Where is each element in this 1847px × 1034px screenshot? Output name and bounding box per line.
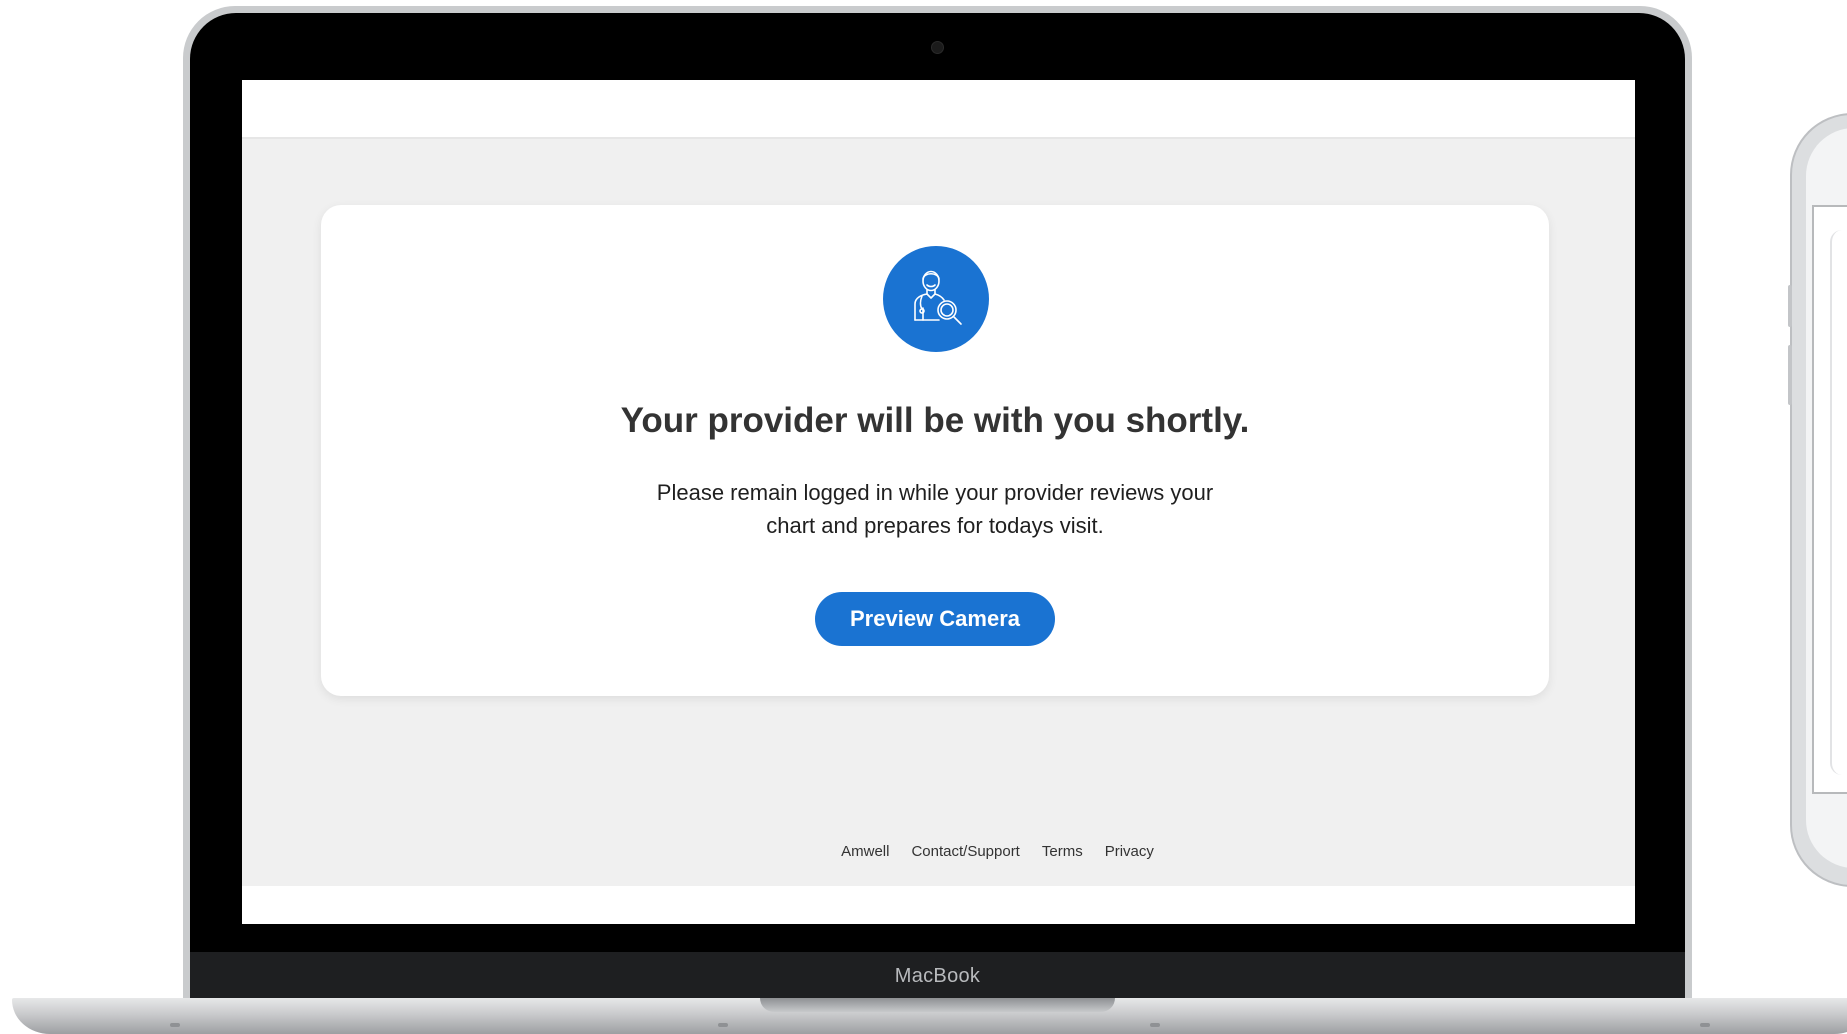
waiting-room-card: Your provider will be with you shortly. … xyxy=(321,205,1549,696)
preview-camera-button[interactable]: Preview Camera xyxy=(815,592,1055,646)
laptop-foot xyxy=(1700,1023,1710,1027)
app-header xyxy=(242,80,1635,139)
laptop-foot xyxy=(1150,1023,1160,1027)
phone-screen-content xyxy=(1830,230,1847,775)
phone-volume-button xyxy=(1788,345,1792,405)
phone-side-button xyxy=(1788,285,1792,327)
browser-screen: Your provider will be with you shortly. … xyxy=(242,80,1635,924)
device-brand-label: MacBook xyxy=(894,965,981,987)
footer-link-contact-support[interactable]: Contact/Support xyxy=(911,843,1019,860)
waiting-message-line-2: chart and prepares for todays visit. xyxy=(766,513,1104,538)
footer-link-amwell[interactable]: Amwell xyxy=(841,843,889,860)
laptop-foot xyxy=(170,1023,180,1027)
waiting-message: Please remain logged in while your provi… xyxy=(635,476,1235,542)
doctor-with-magnifier-icon xyxy=(883,246,989,352)
footer-link-privacy[interactable]: Privacy xyxy=(1105,843,1154,860)
mockup-stage: Your provider will be with you shortly. … xyxy=(0,0,1847,1034)
page-title: Your provider will be with you shortly. xyxy=(620,401,1250,440)
waiting-message-line-1: Please remain logged in while your provi… xyxy=(656,480,1214,505)
laptop-hinge-notch xyxy=(760,998,1115,1012)
webcam-icon xyxy=(931,41,944,54)
screen-bottom-strip xyxy=(242,886,1635,924)
laptop-foot xyxy=(718,1023,728,1027)
footer-nav: Amwell Contact/Support Terms Privacy xyxy=(242,843,1635,860)
footer-link-terms[interactable]: Terms xyxy=(1042,843,1083,860)
